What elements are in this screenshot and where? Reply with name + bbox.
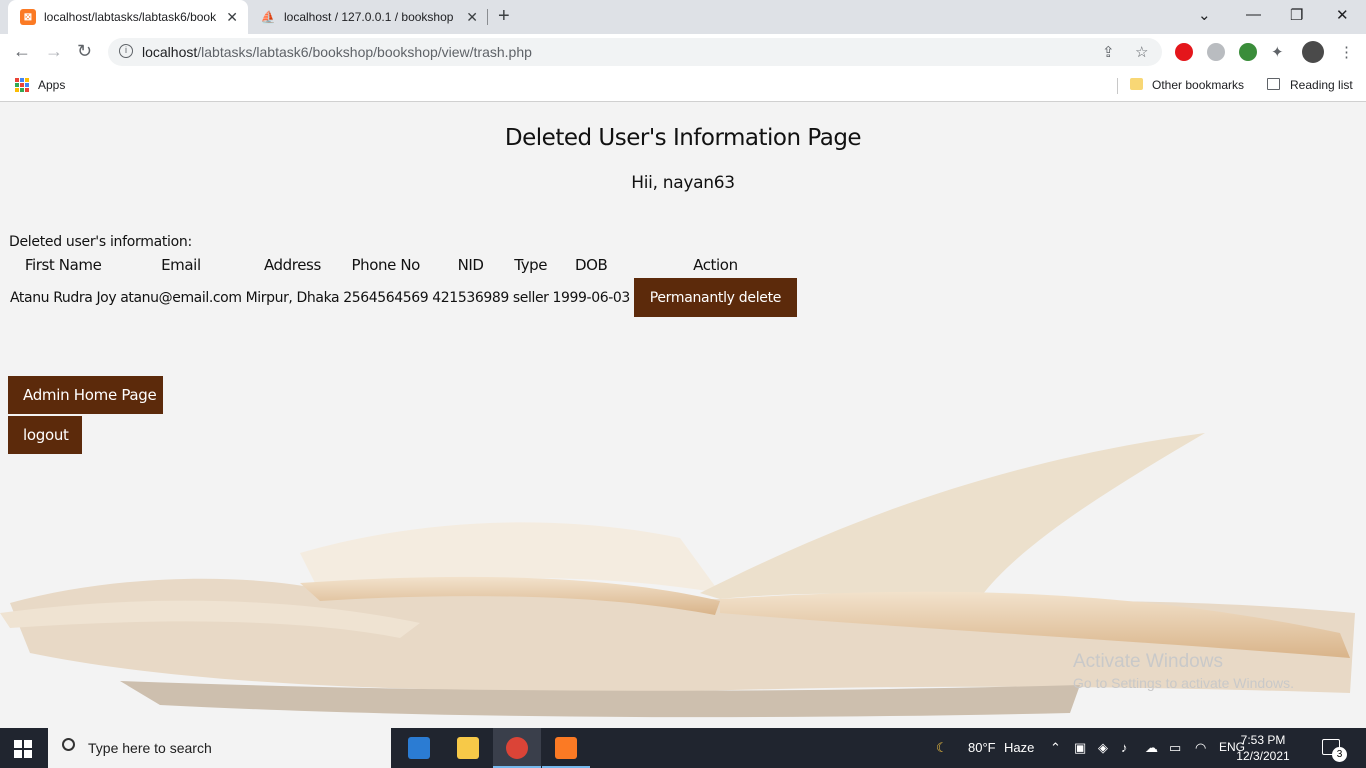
search-icon [62,738,75,751]
globe-extension-icon[interactable] [1239,43,1257,61]
permanently-delete-button[interactable]: Permanantly delete [633,278,797,317]
column-header: Action [693,256,738,274]
table-row: Atanu Rudra Joy atanu@email.com Mirpur, … [9,278,798,317]
section-label: Deleted user's information: [9,234,192,250]
chrome-app[interactable] [493,728,541,768]
windows-start-icon[interactable] [14,740,32,758]
battery-icon[interactable]: ▭ [1169,740,1181,756]
cell-email: atanu@email.com [120,289,242,306]
greeting-text: Hii, nayan63 [631,173,735,193]
wifi-icon[interactable]: ◠ [1195,740,1206,756]
admin-home-button[interactable]: Admin Home Page [8,376,163,414]
cell-type: seller [512,289,549,306]
table-header-row: First Name Email Address Phone No NID Ty… [9,254,798,276]
bookmark-star-icon[interactable]: ☆ [1135,43,1148,61]
shield-icon[interactable]: ◈ [1098,740,1108,756]
speaker-icon[interactable]: ♪ [1121,740,1128,755]
notification-count-badge: 3 [1332,747,1347,762]
reading-list-icon [1267,78,1280,90]
store-icon [408,737,430,759]
phpmyadmin-icon: ⛵ [260,10,276,24]
share-icon[interactable]: ⇪ [1102,43,1115,61]
folder-icon [1130,78,1143,90]
extensions-puzzle-icon[interactable]: ✦ [1271,43,1284,61]
column-header: NID [457,256,484,274]
site-info-icon[interactable]: i [119,44,133,58]
logout-button[interactable]: logout [8,416,82,454]
system-clock[interactable]: 7:53 PM 12/3/2021 [1228,732,1298,764]
other-bookmarks[interactable]: Other bookmarks [1152,78,1244,92]
tab-strip: ⊠ localhost/labtasks/labtask6/book ✕ ⛵ l… [0,0,1366,34]
chrome-icon [506,737,528,759]
cell-action: Permanantly delete [633,278,798,317]
cell-phone: 2564564569 [343,289,429,306]
page-title: Deleted User's Information Page [504,125,862,151]
apps-grid-icon[interactable] [15,78,29,92]
extension-icon[interactable] [1207,43,1225,61]
close-window-icon[interactable]: ✕ [1336,6,1349,24]
clock-date: 12/3/2021 [1236,749,1290,763]
windows-taskbar: Type here to search ☾ 80°F Haze ⌃ ▣ ◈ ♪ … [0,728,1366,768]
restore-icon[interactable]: ❐ [1290,6,1303,24]
cell-dob: 1999-06-03 [552,289,631,306]
page-body: Deleted User's Information Page Hii, nay… [0,103,1366,728]
tab-title: localhost / 127.0.0.1 / bookshop [284,10,454,24]
chevron-up-icon[interactable]: ⌃ [1050,740,1061,756]
watermark-subtitle: Go to Settings to activate Windows. [1073,675,1294,691]
new-tab-icon[interactable]: + [498,5,510,28]
watermark-title: Activate Windows [1073,651,1223,672]
meet-now-icon[interactable]: ▣ [1074,740,1086,756]
column-header: DOB [574,256,608,274]
weather-desc[interactable]: Haze [1004,740,1034,755]
folder-icon [457,737,479,759]
profile-avatar[interactable] [1302,41,1324,63]
adblock-extension-icon[interactable] [1175,43,1193,61]
cell-address: Mirpur, Dhaka [245,289,340,306]
tab-phpmyadmin[interactable]: ⛵ localhost / 127.0.0.1 / bookshop ✕ [248,0,488,34]
taskbar-search-box[interactable]: Type here to search [48,728,391,768]
search-placeholder: Type here to search [88,740,212,756]
tab-trash-page[interactable]: ⊠ localhost/labtasks/labtask6/book ✕ [8,0,248,34]
weather-moon-icon[interactable]: ☾ [936,740,948,756]
tab-search-icon[interactable]: ⌄ [1198,6,1211,24]
url-text[interactable]: localhost/labtasks/labtask6/bookshop/boo… [142,44,532,60]
forward-icon[interactable]: → [45,41,63,62]
cloud-icon[interactable]: ☁ [1145,740,1158,756]
clock-time: 7:53 PM [1240,733,1286,747]
reading-list[interactable]: Reading list [1290,78,1353,92]
bookmark-separator [1117,78,1118,94]
tab-separator [487,9,488,25]
cell-first-name: Atanu Rudra Joy [10,289,117,306]
column-header: Email [161,256,201,274]
apps-bookmark[interactable]: Apps [38,78,65,92]
column-header: Phone No [351,256,421,274]
deleted-users-table: First Name Email Address Phone No NID Ty… [7,252,800,319]
address-bar[interactable]: i localhost/labtasks/labtask6/bookshop/b… [108,38,1162,66]
close-tab-icon[interactable]: ✕ [466,9,478,26]
reload-icon[interactable]: ↻ [77,41,92,62]
xampp-app[interactable] [542,728,590,768]
column-header: First Name [24,256,102,274]
bookmarks-bar: Apps Other bookmarks Reading list [0,70,1366,102]
close-tab-icon[interactable]: ✕ [226,9,238,26]
column-header: Address [263,256,321,274]
weather-temp[interactable]: 80°F [968,740,996,755]
column-header: Type [514,256,548,274]
activate-windows-watermark: Activate Windows Go to Settings to activ… [1073,651,1294,691]
xampp-icon [555,737,577,759]
back-icon[interactable]: ← [13,41,31,62]
tab-title: localhost/labtasks/labtask6/book [44,10,217,24]
cell-nid: 421536989 [432,289,509,306]
microsoft-store-app[interactable] [395,728,443,768]
xampp-icon: ⊠ [20,9,36,25]
browser-toolbar: ← → ↻ i localhost/labtasks/labtask6/book… [0,34,1366,70]
minimize-icon[interactable]: — [1246,6,1261,23]
menu-kebab-icon[interactable]: ⋮ [1339,43,1354,61]
file-explorer-app[interactable] [444,728,492,768]
